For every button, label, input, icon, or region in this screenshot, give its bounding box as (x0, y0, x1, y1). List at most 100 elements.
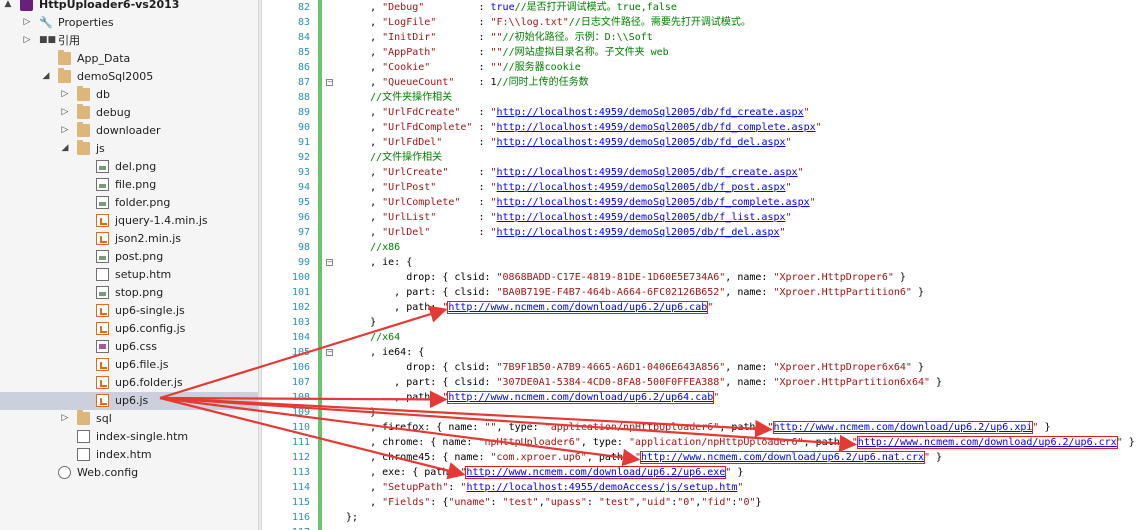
tree-item-label: json2.min.js (115, 232, 182, 245)
tree-item[interactable]: up6.css (0, 338, 258, 356)
code-line[interactable]: , "UrlList" : "http://localhost:4959/dem… (346, 210, 791, 225)
code-line[interactable]: , "Debug" : true//是否打开调试模式。true,false (346, 0, 677, 15)
line-number: 106 (291, 362, 310, 373)
tree-item[interactable]: ◢ js (0, 140, 258, 158)
collapse-toggle-icon[interactable]: − (326, 79, 333, 86)
expand-toggle-icon[interactable]: ▷ (60, 106, 70, 118)
code-line[interactable]: , "SetupPath": "http://localhost:4955/de… (346, 480, 743, 495)
tree-item[interactable]: Web.config (0, 464, 258, 482)
tree-item[interactable]: stop.png (0, 284, 258, 302)
code-line[interactable]: //x64 (346, 330, 400, 345)
css-file-icon (96, 340, 109, 353)
project-icon (20, 0, 33, 11)
code-line[interactable]: drop: { clsid: "7B9F1B50-A7B9-4665-A6D1-… (346, 360, 924, 375)
tree-item[interactable]: ▲ HttpUploader6-vs2013 (0, 0, 258, 14)
config-file-icon (58, 466, 71, 479)
expand-toggle-icon[interactable]: ▷ (22, 34, 32, 46)
code-line[interactable]: //x86 (346, 240, 400, 255)
code-line[interactable]: , "UrlFdComplete" : "http://localhost:49… (346, 120, 822, 135)
code-line[interactable]: , "LogFile" : "F:\\log.txt"//日志文件路径。需要先打… (346, 15, 751, 30)
collapse-toggle-icon[interactable]: − (326, 349, 333, 356)
tree-item[interactable]: post.png (0, 248, 258, 266)
tree-item[interactable]: jquery-1.4.min.js (0, 212, 258, 230)
tree-item[interactable]: file.png (0, 176, 258, 194)
tree-item[interactable]: up6.file.js (0, 356, 258, 374)
line-number: 89 (297, 107, 310, 118)
tree-item-label: db (96, 88, 110, 101)
tree-item[interactable]: ▷ db (0, 86, 258, 104)
code-line[interactable]: drop: { clsid: "0868BADD-C17E-4819-81DE-… (346, 270, 906, 285)
tree-item[interactable]: ◢ demoSql2005 (0, 68, 258, 86)
code-line[interactable]: , part: { clsid: "BA0B719E-F4B7-464b-A66… (346, 285, 924, 300)
tree-item[interactable]: up6.folder.js (0, 374, 258, 392)
tree-item-label: setup.htm (115, 268, 172, 281)
code-line[interactable]: , "QueueCount" : 1//同时上传的任务数 (346, 75, 589, 90)
js-file-icon (96, 376, 109, 389)
tree-item-label: downloader (96, 124, 161, 137)
code-line[interactable]: , ie: { (346, 255, 412, 270)
line-number: 105 (291, 347, 310, 358)
code-line[interactable]: , "UrlDel" : "http://localhost:4959/demo… (346, 225, 785, 240)
code-line[interactable]: , part: { clsid: "307DE0A1-5384-4CD0-8FA… (346, 375, 942, 390)
code-editor[interactable]: 82 83 84 85 86 87 88 89 90 91 92 93 94 95 96 97 98 99 100 1… (262, 0, 1148, 530)
code-line[interactable]: , "UrlFdCreate" : "http://localhost:4959… (346, 105, 810, 120)
image-file-icon (96, 286, 109, 299)
code-line[interactable]: } (346, 315, 376, 330)
code-line[interactable]: }; (346, 510, 358, 525)
code-line[interactable]: , path: "http://www.ncmem.com/download/u… (346, 390, 719, 405)
tree-item[interactable]: index-single.htm (0, 428, 258, 446)
expand-toggle-icon[interactable]: ◢ (60, 142, 70, 154)
code-line[interactable]: } (346, 405, 376, 420)
code-line[interactable]: , "UrlComplete" : "http://localhost:4959… (346, 195, 816, 210)
image-file-icon (96, 196, 109, 209)
expand-toggle-icon[interactable]: ▷ (60, 88, 70, 100)
tree-item[interactable]: ▷ ■■ 引用 (0, 32, 258, 50)
code-line[interactable]: , "AppPath" : ""//网站虚拟目录名称。子文件夹 web (346, 45, 669, 60)
code-line[interactable]: , "UrlFdDel" : "http://localhost:4959/de… (346, 135, 791, 150)
line-number: 95 (297, 197, 310, 208)
code-line[interactable]: , "Fields": {"uname": "test","upass": "t… (346, 495, 761, 510)
code-line[interactable]: , path: "http://www.ncmem.com/download/u… (346, 300, 713, 315)
code-line[interactable]: , chrome: { name: "npHttpUploader6", typ… (346, 435, 1135, 450)
tree-item[interactable]: index.htm (0, 446, 258, 464)
tree-item[interactable]: ▷ debug (0, 104, 258, 122)
code-line[interactable]: , "InitDir" : ""//初始化路径。示例：D:\\Soft (346, 30, 653, 45)
tree-item[interactable]: ▷ 🔧 Properties (0, 14, 258, 32)
code-line[interactable]: , chrome45: { name: "com.xproer.up6", pa… (346, 450, 942, 465)
tree-item[interactable]: up6.js (0, 392, 258, 410)
tree-item[interactable]: setup.htm (0, 266, 258, 284)
expand-toggle-icon[interactable]: ◢ (41, 70, 51, 82)
expand-toggle-icon[interactable]: ▲ (3, 0, 13, 10)
tree-item[interactable]: up6-single.js (0, 302, 258, 320)
collapse-toggle-icon[interactable]: − (326, 259, 333, 266)
line-number: 116 (291, 512, 310, 523)
code-line[interactable]: , exe: { path: "http://www.ncmem.com/dow… (346, 465, 743, 480)
tree-item[interactable]: ▷ sql (0, 410, 258, 428)
folder-icon (58, 50, 71, 65)
code-line[interactable]: //文件操作相关 (346, 150, 442, 165)
tree-item[interactable]: folder.png (0, 194, 258, 212)
code-line[interactable]: , firefox: { name: "", type: "applicatio… (346, 420, 1050, 435)
code-line[interactable]: , ie64: { (346, 345, 424, 360)
tree-item[interactable]: App_Data (0, 50, 258, 68)
html-file-icon (96, 268, 109, 281)
tree-item[interactable]: up6.config.js (0, 320, 258, 338)
line-number: 91 (297, 137, 310, 148)
code-line[interactable]: , "UrlPost" : "http://localhost:4959/dem… (346, 180, 791, 195)
tree-item-label: post.png (115, 250, 164, 263)
expand-toggle-icon[interactable]: ▷ (22, 16, 32, 28)
tree-item[interactable]: json2.min.js (0, 230, 258, 248)
line-number: 96 (297, 212, 310, 223)
expand-toggle-icon[interactable]: ▷ (60, 124, 70, 136)
code-line[interactable]: , "Cookie" : ""//服务器cookie (346, 60, 581, 75)
line-number: 113 (291, 467, 310, 478)
tree-item-label: up6.folder.js (115, 376, 183, 389)
code-line[interactable]: , "UrlCreate" : "http://localhost:4959/d… (346, 165, 804, 180)
code-line[interactable]: //文件夹操作相关 (346, 90, 452, 105)
expand-toggle-icon[interactable]: ▷ (60, 412, 70, 424)
tree-item[interactable]: ▷ downloader (0, 122, 258, 140)
tree-item[interactable]: del.png (0, 158, 258, 176)
